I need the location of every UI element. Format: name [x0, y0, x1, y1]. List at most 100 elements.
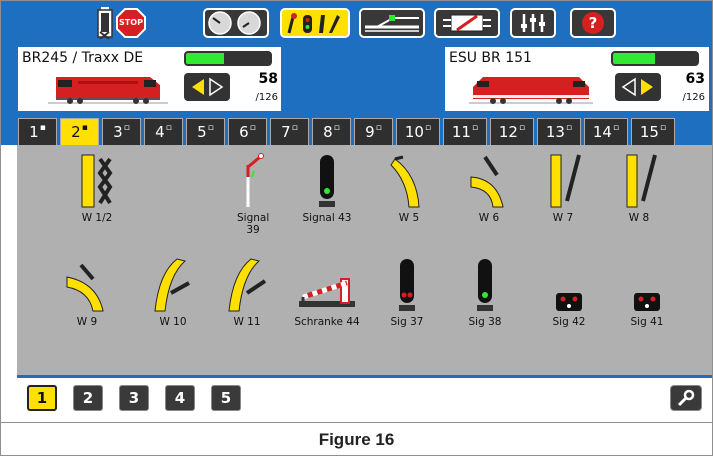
straight-turnout-right-icon	[550, 154, 581, 208]
stop-label: STOP	[119, 18, 143, 27]
tab-11[interactable]: 11 ▫	[443, 118, 487, 145]
accessory-w5[interactable]: W 5	[369, 153, 449, 224]
tab-label: 9	[365, 123, 375, 141]
loco-name: ESU BR 151	[449, 50, 532, 66]
curve-turnout-icon	[66, 263, 104, 312]
figure-caption: Figure 16	[1, 422, 712, 455]
accessory-label: W 1/2	[81, 212, 113, 224]
accessory-w1-2[interactable]: W 1/2	[57, 153, 137, 224]
tab-7[interactable]: 7 ▫	[270, 118, 309, 145]
double-turnout-icon	[81, 154, 113, 208]
direction-arrows-icon	[621, 77, 653, 97]
locomotive-image	[48, 77, 168, 104]
accessory-w11[interactable]: W 11	[207, 257, 287, 328]
loco-panel-right[interactable]: ESU BR 151 63 /126	[445, 47, 709, 111]
tab-3[interactable]: 3 ▫	[102, 118, 141, 145]
accessory-label: W 8	[628, 212, 650, 224]
keyboard-tab-row: 1 ▪ 2 ▪ 3 ▫ 4 ▫ 5 ▫ 6 ▫ 7 ▫ 8 ▫ 9 ▫ 10 ▫ 11 ▫ 12 ▫ 1…	[1, 113, 712, 145]
accessory-signal-39[interactable]: Signal 39	[213, 153, 293, 236]
accessory-w6[interactable]: W 6	[449, 153, 529, 224]
track-layout-icon	[365, 15, 419, 32]
tab-1[interactable]: 1 ▪	[18, 118, 57, 145]
tab-5[interactable]: 5 ▫	[186, 118, 225, 145]
drive-mode-button[interactable]	[203, 8, 269, 38]
help-label: ?	[588, 14, 598, 32]
tab-label: 13	[545, 123, 565, 141]
tab-label: 10	[404, 123, 424, 141]
speed-bar	[611, 51, 699, 66]
tab-label: 11	[451, 123, 471, 141]
accessory-label: W 9	[76, 316, 98, 328]
accessory-label: Sig 38	[468, 316, 502, 328]
accessory-label: W 5	[398, 212, 420, 224]
accessory-signal-43[interactable]: Signal 43	[287, 153, 367, 224]
tab-label: 7	[281, 123, 291, 141]
page-button-3[interactable]: 3	[119, 385, 149, 411]
tab-label: 1	[29, 123, 39, 141]
page-button-5[interactable]: 5	[211, 385, 241, 411]
speed-bar-fill	[186, 53, 224, 64]
tab-12[interactable]: 12 ▫	[490, 118, 534, 145]
accessory-label: W 10	[159, 316, 187, 328]
loco-panel-left[interactable]: BR245 / Traxx DE 58 /126	[18, 47, 281, 111]
help-button[interactable]: ?	[570, 8, 616, 38]
straight-turnout-right-icon	[626, 154, 657, 208]
accessory-w10[interactable]: W 10	[133, 257, 213, 328]
page-button-4[interactable]: 4	[165, 385, 195, 411]
keyboard-mode-button[interactable]	[280, 8, 350, 38]
tab-14[interactable]: 14 ▫	[584, 118, 628, 145]
tab-label: 15	[639, 123, 659, 141]
direction-toggle[interactable]	[615, 73, 661, 101]
tab-4[interactable]: 4 ▫	[144, 118, 183, 145]
tab-label: 3	[113, 123, 123, 141]
accessory-sig-42[interactable]: Sig 42	[529, 257, 609, 328]
accessory-panel: W 1/2 Signal 39 Signal 43 W 5 W 6 W 7 W …	[17, 145, 712, 378]
accessory-schranke-44[interactable]: Schranke 44	[287, 257, 367, 328]
max-speed: /126	[255, 92, 278, 103]
layout-mode-button[interactable]	[359, 8, 425, 38]
page-label: 4	[174, 389, 186, 407]
tab-9[interactable]: 9 ▫	[354, 118, 393, 145]
accessory-label: Signal 39	[237, 212, 270, 236]
right-curve-turnout-icon	[470, 155, 504, 208]
tab-13[interactable]: 13 ▫	[537, 118, 581, 145]
curve-turnout-icon	[228, 258, 267, 312]
locomotive-image	[469, 77, 593, 104]
tab-6[interactable]: 6 ▫	[228, 118, 267, 145]
light-signal-green-icon	[477, 259, 493, 311]
accessory-label: Signal 43	[302, 212, 352, 224]
direction-arrows-icon	[192, 77, 224, 97]
page-button-2[interactable]: 2	[73, 385, 103, 411]
accessory-sig-37[interactable]: Sig 37	[367, 257, 447, 328]
accessory-label: Sig 42	[552, 316, 586, 328]
accessory-label: W 7	[552, 212, 574, 224]
tab-label: 14	[592, 123, 612, 141]
decoder-icon	[443, 14, 491, 32]
settings-mode-button[interactable]	[510, 8, 556, 38]
emergency-stop-button[interactable]: STOP	[97, 6, 149, 40]
tab-10[interactable]: 10 ▫	[396, 118, 440, 145]
direction-toggle[interactable]	[184, 73, 230, 101]
loco-name: BR245 / Traxx DE	[22, 50, 144, 66]
accessory-w7[interactable]: W 7	[523, 153, 603, 224]
edit-button[interactable]	[670, 385, 702, 411]
tab-2[interactable]: 2 ▪	[60, 118, 99, 145]
page-label: 5	[220, 389, 232, 407]
tab-label: 2	[71, 123, 81, 141]
accessory-label: Sig 41	[630, 316, 664, 328]
accessory-sig-38[interactable]: Sig 38	[445, 257, 525, 328]
app-window: STOP ? BR245 / Traxx DE 58 /126 ESU BR 1…	[0, 0, 713, 456]
page-label: 3	[128, 389, 140, 407]
page-selector-bar: 1 2 3 4 5	[1, 378, 712, 422]
shunting-signal-icon	[556, 293, 582, 311]
tab-15[interactable]: 15 ▫	[631, 118, 675, 145]
sliders-icon	[521, 14, 545, 32]
tab-8[interactable]: 8 ▫	[312, 118, 351, 145]
accessory-sig-41[interactable]: Sig 41	[607, 257, 687, 328]
programming-mode-button[interactable]	[434, 8, 500, 38]
accessory-w8[interactable]: W 8	[599, 153, 679, 224]
page-button-1[interactable]: 1	[27, 385, 57, 411]
accessory-label: Schranke 44	[294, 316, 360, 328]
accessory-w9[interactable]: W 9	[47, 257, 127, 328]
page-label: 1	[36, 389, 48, 407]
